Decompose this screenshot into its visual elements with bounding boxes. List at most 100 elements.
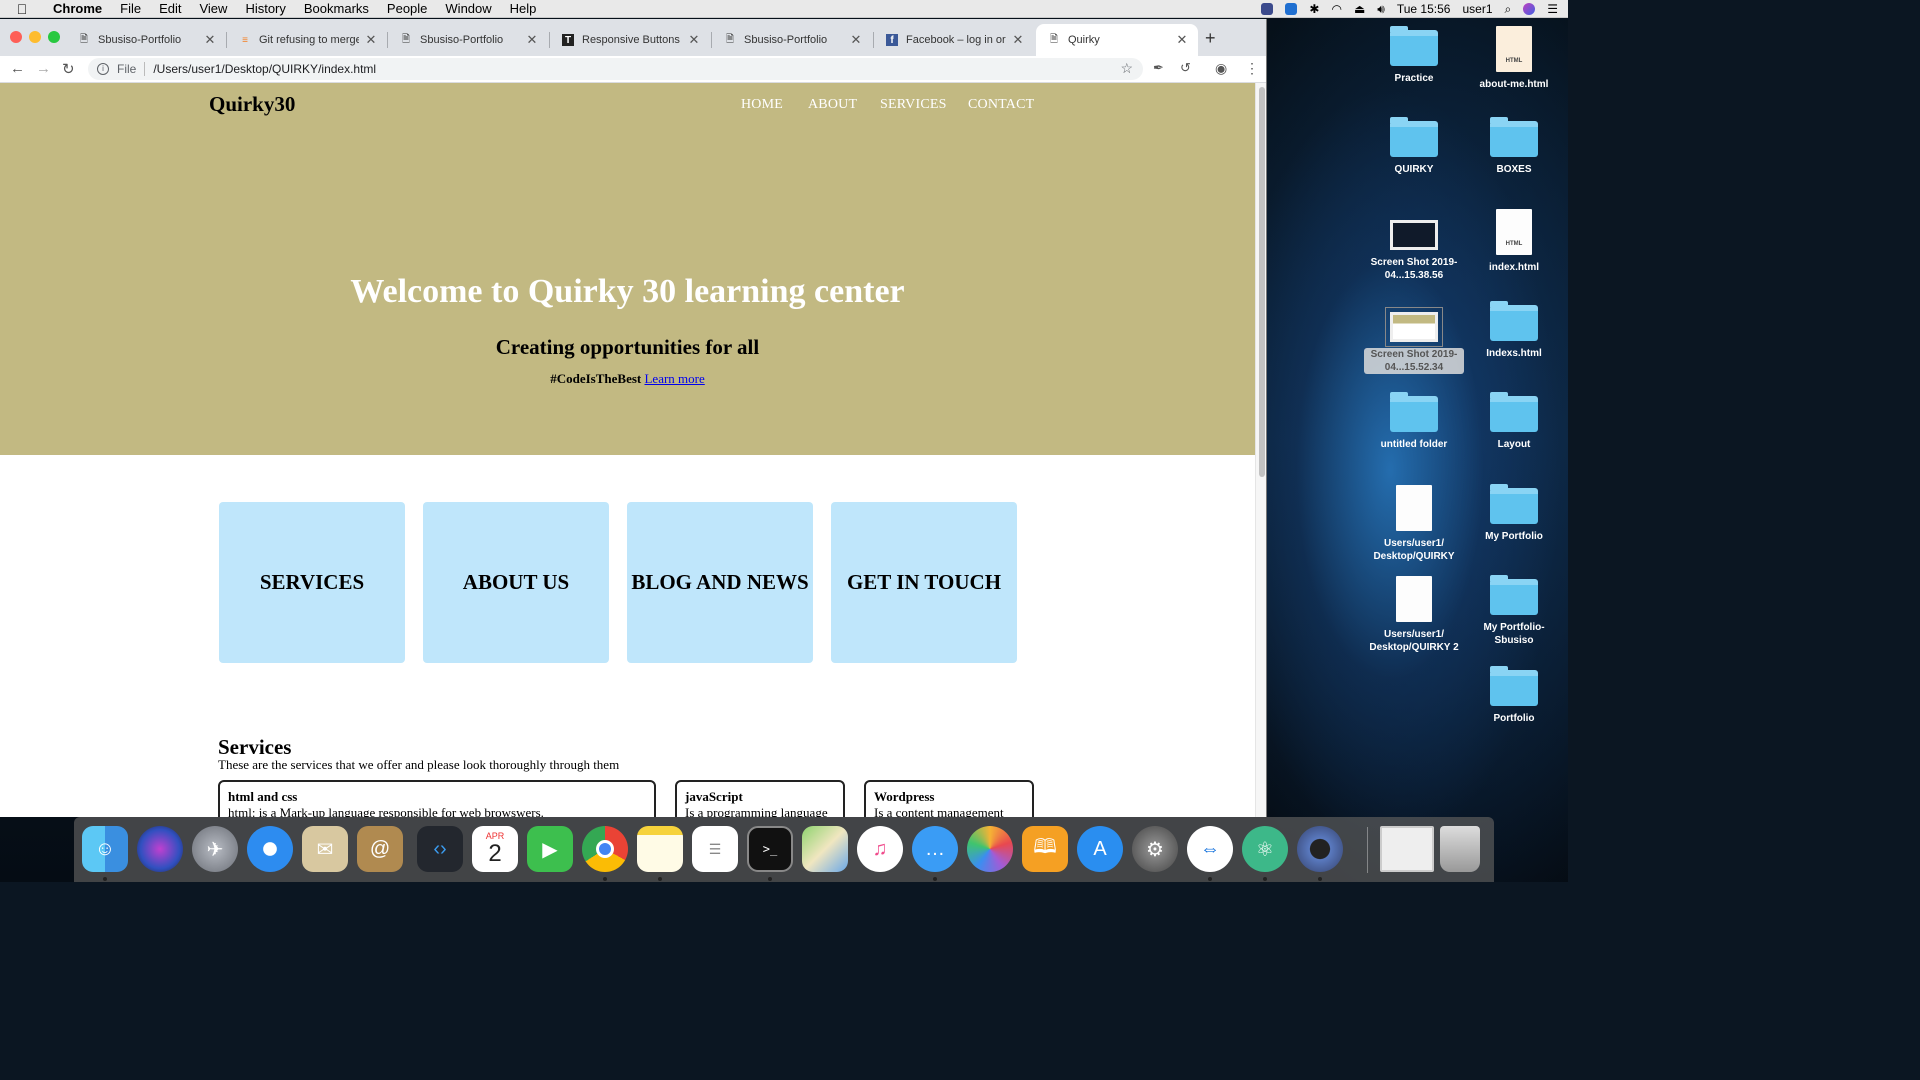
notification-center-icon[interactable]: ☰ <box>1547 2 1558 16</box>
menu-history[interactable]: History <box>236 0 294 18</box>
screenshot-stack-icon[interactable] <box>1380 826 1434 872</box>
tab-sbusiso-portfolio-1[interactable]: 🗎︎ Sbusiso-Portfolio ✕ <box>66 24 226 56</box>
desktop-folder-quirky[interactable]: QUIRKY <box>1364 117 1464 176</box>
books-icon[interactable]: 🕮︎ <box>1022 826 1068 872</box>
desktop-folder-practice[interactable]: Practice <box>1364 26 1464 85</box>
menu-edit[interactable]: Edit <box>150 0 190 18</box>
bluetooth-icon[interactable]: ✱ <box>1309 2 1319 16</box>
desktop-folder-my-portfolio-sbusiso[interactable]: My Portfolio- Sbusiso <box>1464 575 1564 647</box>
menu-file[interactable]: File <box>111 0 150 18</box>
safari-icon[interactable] <box>247 826 293 872</box>
apple-menu-icon[interactable]:  <box>0 1 44 17</box>
address-bar[interactable]: i File /Users/user1/Desktop/QUIRKY/index… <box>88 58 1143 80</box>
finder-icon[interactable]: ☺ <box>82 826 128 872</box>
close-tab-icon[interactable]: ✕ <box>688 32 700 48</box>
menu-view[interactable]: View <box>190 0 236 18</box>
desktop-folder-portfolio[interactable]: Portfolio <box>1464 666 1564 725</box>
new-tab-button[interactable]: + <box>1205 28 1216 49</box>
desktop-screenshot-2[interactable]: Screen Shot 2019-04...15.52.34 <box>1364 304 1464 374</box>
unknown-app-icon[interactable] <box>1297 826 1343 872</box>
desktop-screenshot-1[interactable]: Screen Shot 2019-04...15.38.56 <box>1364 212 1464 282</box>
close-tab-icon[interactable]: ✕ <box>1176 32 1188 48</box>
trash-icon[interactable] <box>1440 826 1480 872</box>
tab-sbusiso-portfolio-3[interactable]: 🗎︎ Sbusiso-Portfolio ✕ <box>712 24 872 56</box>
maximize-window-button[interactable] <box>48 31 60 43</box>
system-preferences-icon[interactable]: ⚙ <box>1132 826 1178 872</box>
close-tab-icon[interactable]: ✕ <box>204 32 216 48</box>
tab-quirky[interactable]: 🗎︎ Quirky ✕ <box>1036 24 1198 56</box>
profile-icon[interactable]: ◉ <box>1215 60 1227 77</box>
menu-bookmarks[interactable]: Bookmarks <box>295 0 378 18</box>
reload-icon[interactable]: ↻ <box>62 60 75 78</box>
reminders-icon[interactable]: ☰ <box>692 826 738 872</box>
back-icon[interactable]: ← <box>10 60 25 77</box>
menu-kebab-icon[interactable]: ⋮ <box>1245 60 1259 77</box>
siri-status-icon[interactable] <box>1523 3 1536 15</box>
atom-icon[interactable]: ⚛ <box>1242 826 1288 872</box>
clock[interactable]: Tue 15:56 <box>1397 2 1451 16</box>
spotlight-search-icon[interactable]: ⌕ <box>1505 2 1512 17</box>
terminal-icon[interactable]: >_ <box>747 826 793 872</box>
chrome-icon[interactable] <box>582 826 628 872</box>
launchpad-icon[interactable]: ✈ <box>192 826 238 872</box>
site-logo[interactable]: Quirky30 <box>209 92 295 117</box>
facetime-icon[interactable]: ▶ <box>527 826 573 872</box>
eject-icon[interactable]: ⏏ <box>1354 2 1365 16</box>
user-name[interactable]: user1 <box>1462 2 1492 16</box>
photos-icon[interactable] <box>967 826 1013 872</box>
teamviewer-status-icon[interactable] <box>1285 3 1298 15</box>
volume-icon[interactable]: 🔊︎ <box>1377 2 1385 17</box>
nav-about[interactable]: ABOUT <box>808 97 857 113</box>
eyedropper-extension-icon[interactable]: ✒ <box>1153 60 1164 76</box>
site-info-icon[interactable]: i <box>97 63 109 75</box>
close-tab-icon[interactable]: ✕ <box>850 32 862 48</box>
vscode-icon[interactable]: ‹› <box>417 826 463 872</box>
desktop-document-quirky-2[interactable]: Users/user1/ Desktop/QUIRKY 2 <box>1364 576 1464 654</box>
tab-git-refusing[interactable]: ≡ Git refusing to merge u ✕ <box>227 24 387 56</box>
close-window-button[interactable] <box>10 31 22 43</box>
minimize-window-button[interactable] <box>29 31 41 43</box>
nav-contact[interactable]: CONTACT <box>968 97 1034 113</box>
desktop-folder-layout[interactable]: Layout <box>1464 392 1564 451</box>
menu-app-name[interactable]: Chrome <box>44 0 111 18</box>
contacts-icon[interactable]: @ <box>357 826 403 872</box>
card-get-in-touch[interactable]: GET IN TOUCH <box>831 502 1017 663</box>
address-url[interactable]: /Users/user1/Desktop/QUIRKY/index.html <box>153 62 376 76</box>
desktop-file-index[interactable]: HTML index.html <box>1464 209 1564 274</box>
menu-help[interactable]: Help <box>501 0 546 18</box>
close-tab-icon[interactable]: ✕ <box>365 32 377 48</box>
mail-icon[interactable]: ✉ <box>302 826 348 872</box>
notes-icon[interactable] <box>637 826 683 872</box>
nav-services[interactable]: SERVICES <box>880 97 947 113</box>
teamviewer-icon[interactable]: ⇔ <box>1187 826 1233 872</box>
calendar-icon[interactable]: APR 2 <box>472 826 518 872</box>
menu-window[interactable]: Window <box>436 0 500 18</box>
desktop-folder-my-portfolio[interactable]: My Portfolio <box>1464 484 1564 543</box>
messages-icon[interactable]: … <box>912 826 958 872</box>
menu-people[interactable]: People <box>378 0 436 18</box>
card-blog-and-news[interactable]: BLOG AND NEWS <box>627 502 813 663</box>
app-store-icon[interactable]: A <box>1077 826 1123 872</box>
extension-icon[interactable]: ↺ <box>1180 60 1191 76</box>
tab-responsive-buttons[interactable]: T Responsive Buttons wit ✕ <box>550 24 710 56</box>
learn-more-link[interactable]: Learn more <box>644 371 704 386</box>
extension-status-icon[interactable] <box>1261 3 1274 15</box>
wifi-icon[interactable]: ◠ <box>1331 2 1341 16</box>
desktop-document-quirky[interactable]: Users/user1/ Desktop/QUIRKY <box>1364 485 1464 563</box>
tab-sbusiso-portfolio-2[interactable]: 🗎︎ Sbusiso-Portfolio ✕ <box>388 24 548 56</box>
close-tab-icon[interactable]: ✕ <box>526 32 538 48</box>
tab-facebook[interactable]: f Facebook – log in or sig ✕ <box>874 24 1034 56</box>
itunes-icon[interactable]: ♫ <box>857 826 903 872</box>
scrollbar-thumb[interactable] <box>1259 87 1265 477</box>
desktop-file-about-me[interactable]: HTML about-me.html <box>1464 26 1564 91</box>
close-tab-icon[interactable]: ✕ <box>1012 32 1024 48</box>
forward-icon[interactable]: → <box>36 60 51 77</box>
maps-icon[interactable] <box>802 826 848 872</box>
bookmark-star-icon[interactable]: ☆ <box>1120 60 1133 77</box>
desktop-folder-untitled[interactable]: untitled folder <box>1364 392 1464 451</box>
card-about-us[interactable]: ABOUT US <box>423 502 609 663</box>
card-services[interactable]: SERVICES <box>219 502 405 663</box>
nav-home[interactable]: HOME <box>741 97 783 113</box>
page-scrollbar[interactable] <box>1255 83 1266 817</box>
desktop-folder-indexs[interactable]: Indexs.html <box>1464 301 1564 360</box>
